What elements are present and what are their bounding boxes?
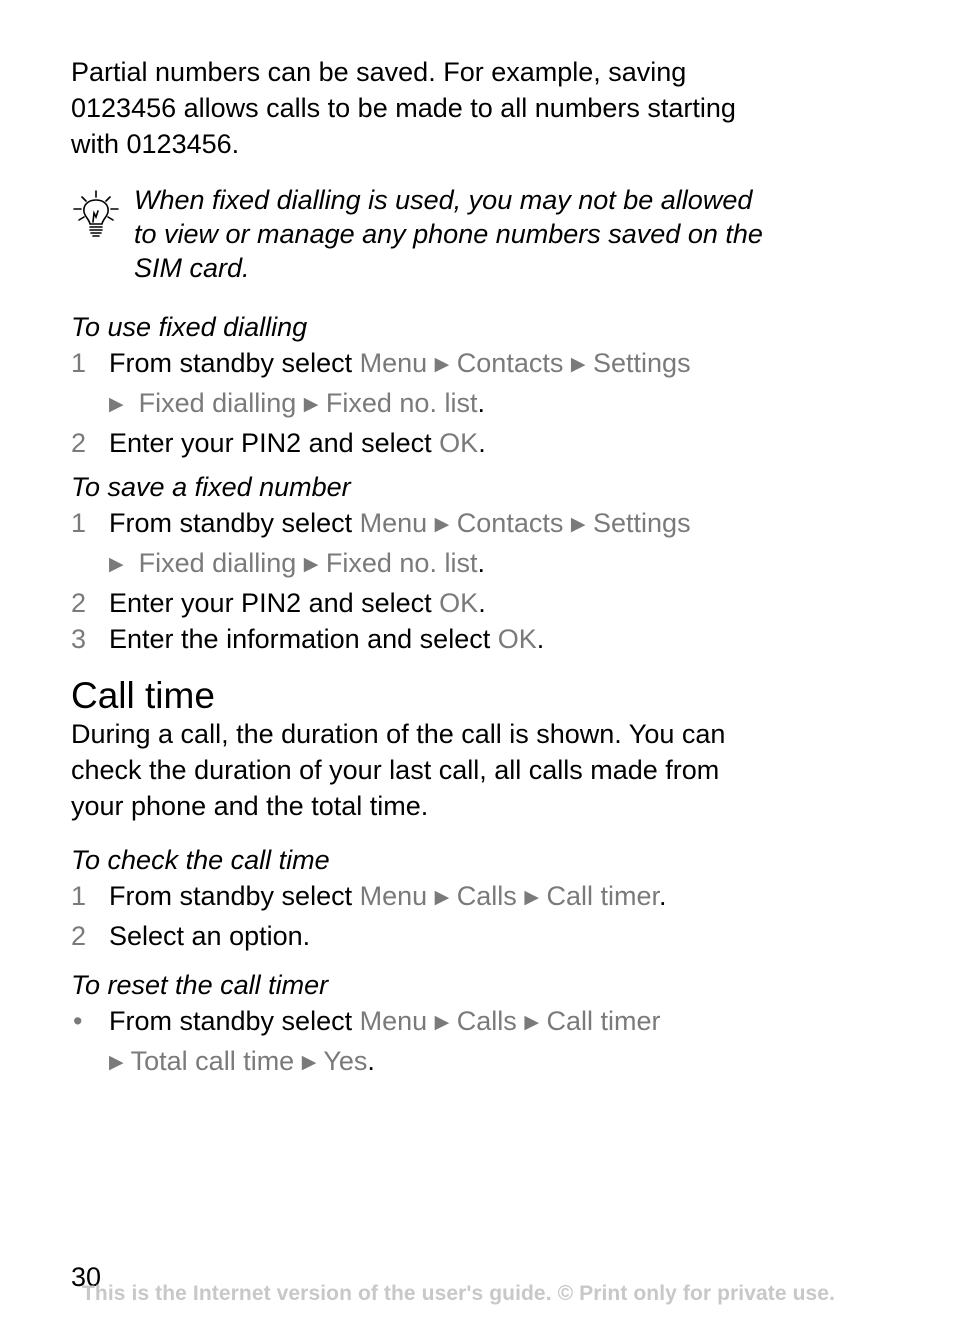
step-text: From standby select [109,508,360,538]
menu-item: OK [497,624,537,654]
arrow-right-icon: ▶ [109,1052,124,1073]
section-heading: To save a fixed number [71,472,351,502]
step-text: Enter your PIN2 and select [109,428,440,458]
step-number: 2 [71,428,87,458]
step-item: 1 From standby select Menu ▶ Contacts ▶ … [71,345,871,425]
arrow-right-icon: ▶ [303,554,319,575]
step-number: 1 [71,508,87,538]
menu-item: Calls [456,1006,517,1036]
steps-list: 1 From standby select Menu ▶ Contacts ▶ … [71,505,871,657]
bullet-icon: • [73,1006,83,1036]
section-heading: To use fixed dialling [71,312,308,342]
menu-item: Menu [359,1006,428,1036]
menu-item: Yes [323,1046,368,1076]
call-time-section: Call time During a call, the duration of… [71,676,871,824]
arrow-right-icon: ▶ [434,887,450,908]
step-text: Enter the information and select [109,624,498,654]
step-item: 1 From standby select Menu ▶ Calls ▶ Cal… [71,878,871,918]
section-heading: To check the call time [71,845,330,875]
menu-item: Settings [593,348,691,378]
arrow-right-icon: ▶ [109,394,124,415]
menu-item: Menu [359,348,428,378]
reset-call-timer-section: To reset the call timer • From standby s… [71,967,871,1083]
menu-item: Menu [359,881,428,911]
menu-item: Menu [359,508,428,538]
section-title: Call time [71,675,215,716]
step-text: Select an option. [109,921,311,951]
step-text: From standby select [109,1006,360,1036]
tip-text: When fixed dialling is used, you may not… [134,183,874,285]
steps-list: • From standby select Menu ▶ Calls ▶ Cal… [71,1003,871,1083]
menu-item: Fixed dialling [138,548,297,578]
menu-item: Fixed no. list [325,548,478,578]
step-suffix: . [477,548,485,578]
step-text: From standby select [109,348,360,378]
tip-line: to view or manage any phone numbers save… [134,219,763,249]
intro-line: Partial numbers can be saved. For exampl… [71,57,687,87]
tip-line: SIM card. [134,253,250,283]
step-item: 2 Select an option. [71,918,871,954]
steps-list: 1 From standby select Menu ▶ Contacts ▶ … [71,345,871,461]
menu-item: Call timer [546,881,659,911]
menu-item: OK [439,588,479,618]
intro-paragraph: Partial numbers can be saved. For exampl… [71,54,871,162]
intro-line: with 0123456. [71,129,240,159]
call-time-line: check the duration of your last call, al… [71,755,720,785]
lightbulb-icon [71,189,121,239]
step-number: 3 [71,624,87,654]
arrow-right-icon: ▶ [434,354,450,375]
step-suffix: . [477,388,485,418]
step-suffix: . [659,881,667,911]
step-item: 3 Enter the information and select OK. [71,621,871,657]
menu-item: Calls [456,881,517,911]
step-item: 1 From standby select Menu ▶ Contacts ▶ … [71,505,871,585]
step-text: From standby select [109,881,360,911]
steps-list: 1 From standby select Menu ▶ Calls ▶ Cal… [71,878,871,954]
arrow-right-icon: ▶ [303,394,319,415]
arrow-right-icon: ▶ [301,1052,317,1073]
arrow-right-icon: ▶ [434,514,450,535]
menu-item: Fixed dialling [138,388,297,418]
arrow-right-icon: ▶ [524,1012,539,1033]
footer-note: This is the Internet version of the user… [82,1282,836,1305]
menu-item: Call timer [546,1006,661,1036]
step-text: Enter your PIN2 and select [109,588,440,618]
step-number: 1 [71,881,87,911]
section-heading: To reset the call timer [71,970,329,1000]
intro-line: 0123456 allows calls to be made to all n… [71,93,736,123]
menu-item: OK [439,428,479,458]
step-item: 2 Enter your PIN2 and select OK. [71,585,871,621]
menu-item: Total call time [130,1046,295,1076]
call-time-line: During a call, the duration of the call … [71,719,726,749]
check-call-time-section: To check the call time 1 From standby se… [71,842,871,954]
arrow-right-icon: ▶ [524,887,539,908]
step-number: 2 [71,588,87,618]
call-time-line: your phone and the total time. [71,791,429,821]
arrow-right-icon: ▶ [434,1012,450,1033]
step-suffix: . [478,428,486,458]
use-fixed-dialling-section: To use fixed dialling 1 From standby sel… [71,309,871,461]
arrow-right-icon: ▶ [109,554,124,575]
step-number: 1 [71,348,87,378]
step-item: • From standby select Menu ▶ Calls ▶ Cal… [71,1003,871,1083]
step-item: 2 Enter your PIN2 and select OK. [71,425,871,461]
tip-line: When fixed dialling is used, you may not… [134,185,753,215]
menu-item: Contacts [456,508,564,538]
menu-item: Settings [593,508,691,538]
menu-item: Contacts [456,348,564,378]
menu-item: Fixed no. list [325,388,478,418]
save-fixed-number-section: To save a fixed number 1 From standby se… [71,469,871,657]
arrow-right-icon: ▶ [570,354,586,375]
step-suffix: . [536,624,545,654]
step-suffix: . [478,588,486,618]
step-number: 2 [71,921,87,951]
step-suffix: . [367,1046,375,1076]
arrow-right-icon: ▶ [570,514,586,535]
